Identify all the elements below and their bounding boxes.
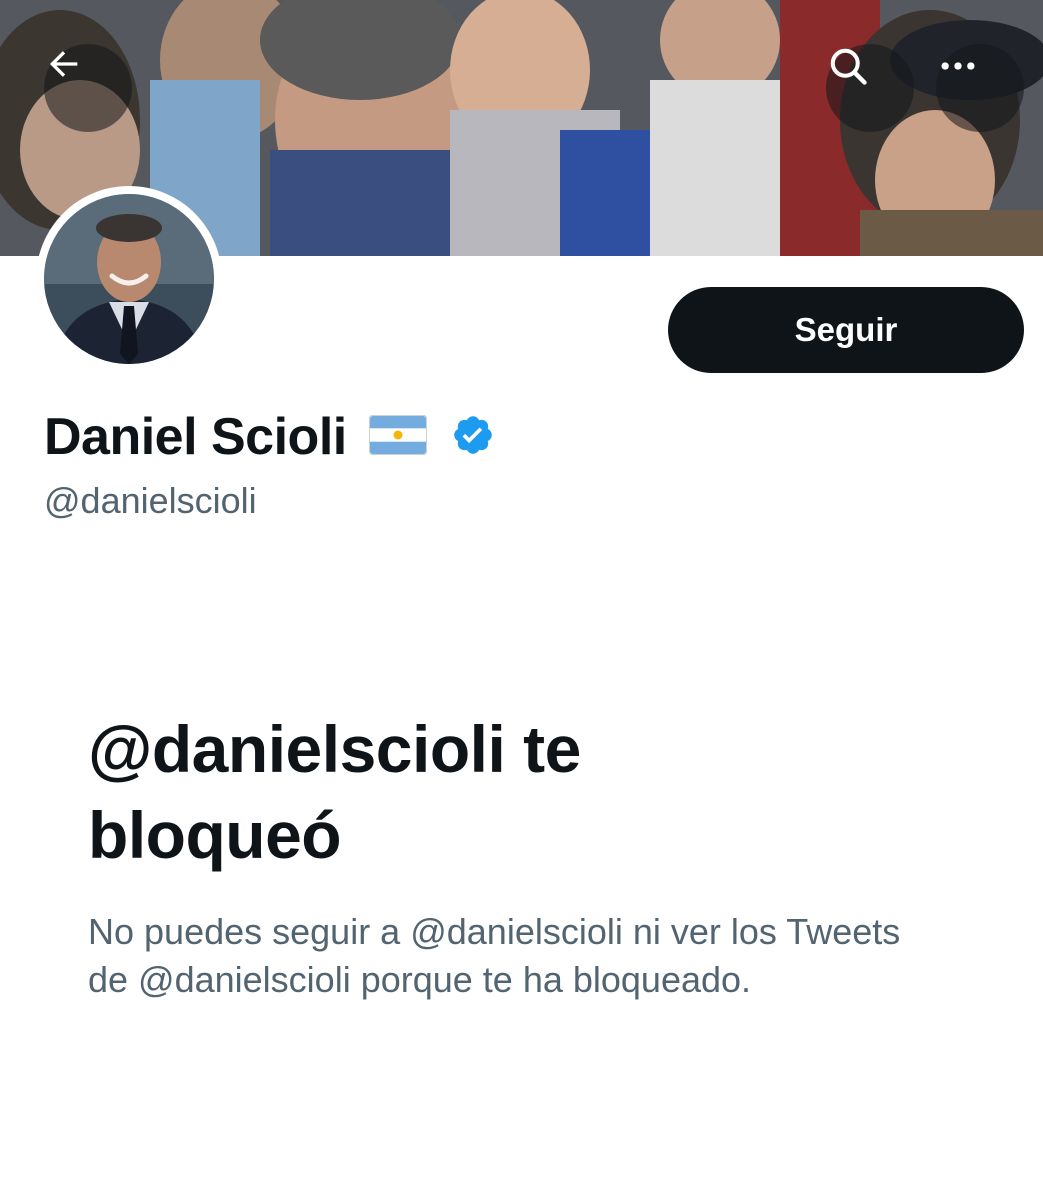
profile-name-row: Daniel Scioli	[44, 404, 495, 470]
search-button[interactable]	[826, 44, 914, 132]
blocked-description: No puedes seguir a @danielscioli ni ver …	[88, 911, 901, 1000]
more-horizontal-icon	[941, 62, 975, 70]
avatar-photo	[44, 194, 214, 364]
blocked-title: @danielscioli te bloqueó	[88, 712, 581, 872]
argentina-flag-icon	[368, 414, 427, 460]
more-options-button[interactable]	[936, 44, 1024, 132]
profile-avatar[interactable]	[36, 186, 222, 372]
search-icon	[830, 48, 867, 85]
display-name: Daniel Scioli	[44, 408, 347, 466]
profile-handle: @danielscioli	[44, 480, 257, 521]
arrow-left-icon	[50, 51, 78, 77]
verified-badge-icon[interactable]	[451, 413, 495, 462]
follow-button[interactable]: Seguir	[668, 287, 1024, 373]
back-button[interactable]	[44, 44, 132, 132]
